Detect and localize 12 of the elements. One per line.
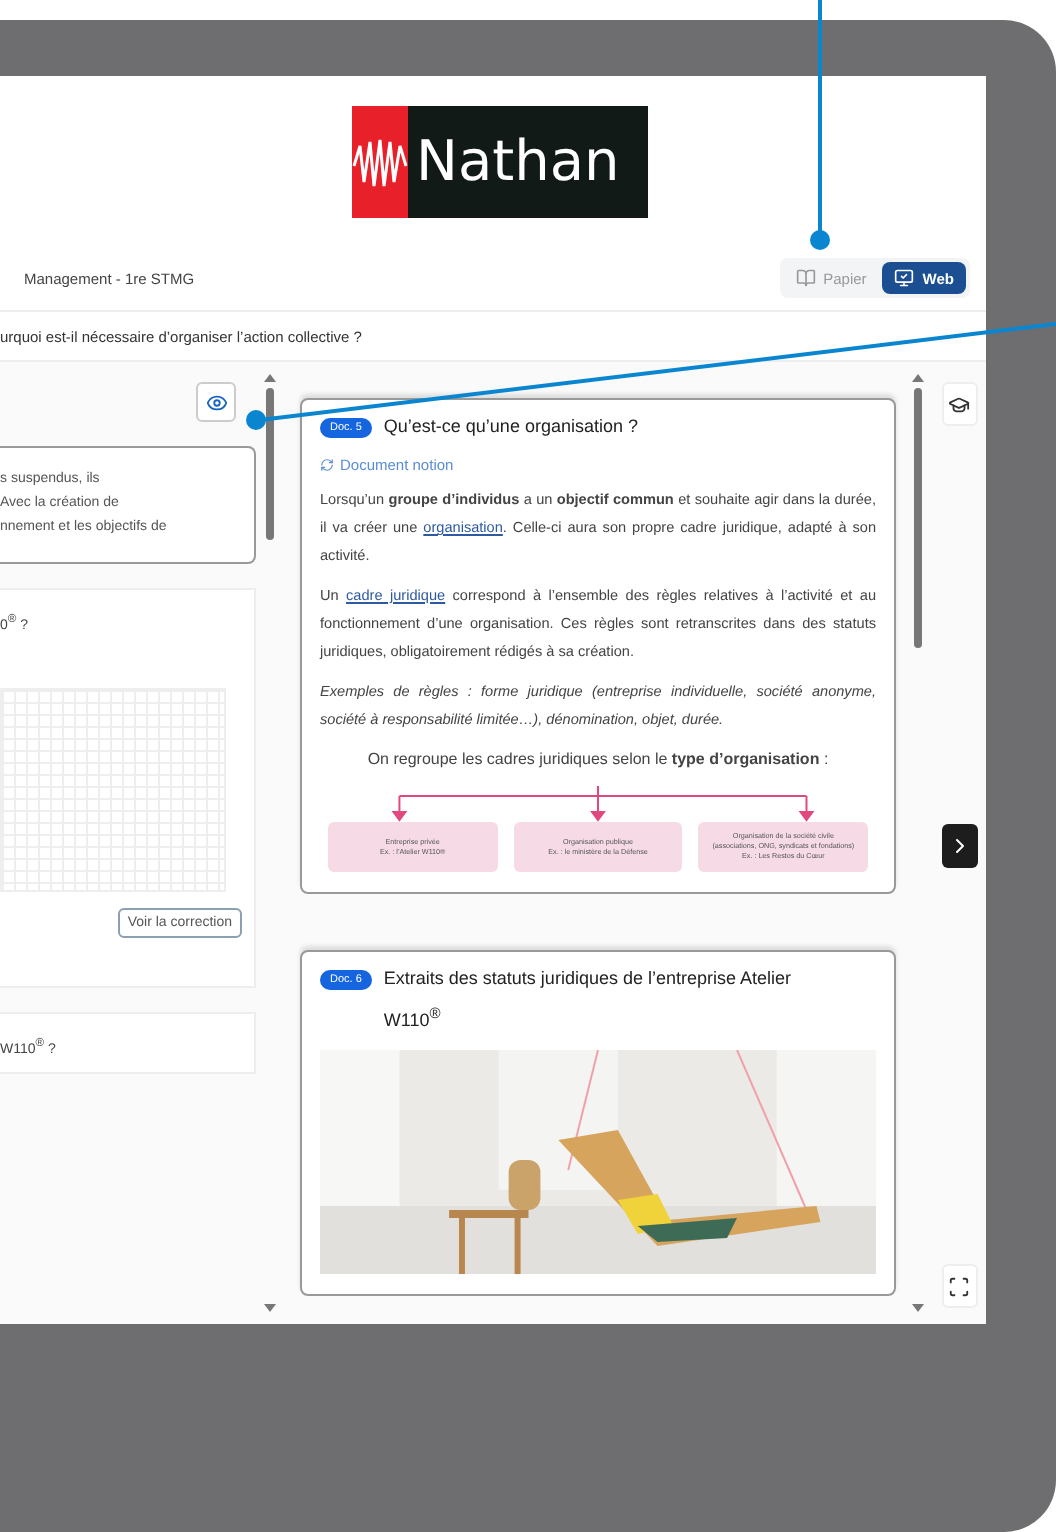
book-icon xyxy=(795,268,816,288)
fullscreen-icon[interactable] xyxy=(941,1264,977,1308)
doc-title: Extraits des statuts juridiques de l’entreprise Atelier W110$^{®}$ xyxy=(383,966,794,1034)
refresh-icon xyxy=(320,458,334,472)
logo: Nathan xyxy=(352,105,648,217)
monitor-icon xyxy=(894,268,915,288)
paragraph: On regroupe les cadres juridiques selon le type d’organisation : xyxy=(365,748,831,772)
next-button[interactable] xyxy=(941,823,977,867)
eye-button[interactable] xyxy=(196,382,236,422)
doc-title: Qu’est-ce qu’une organisation ? xyxy=(383,414,638,440)
eye-icon xyxy=(205,391,227,413)
graduation-cap-icon[interactable] xyxy=(941,382,977,426)
